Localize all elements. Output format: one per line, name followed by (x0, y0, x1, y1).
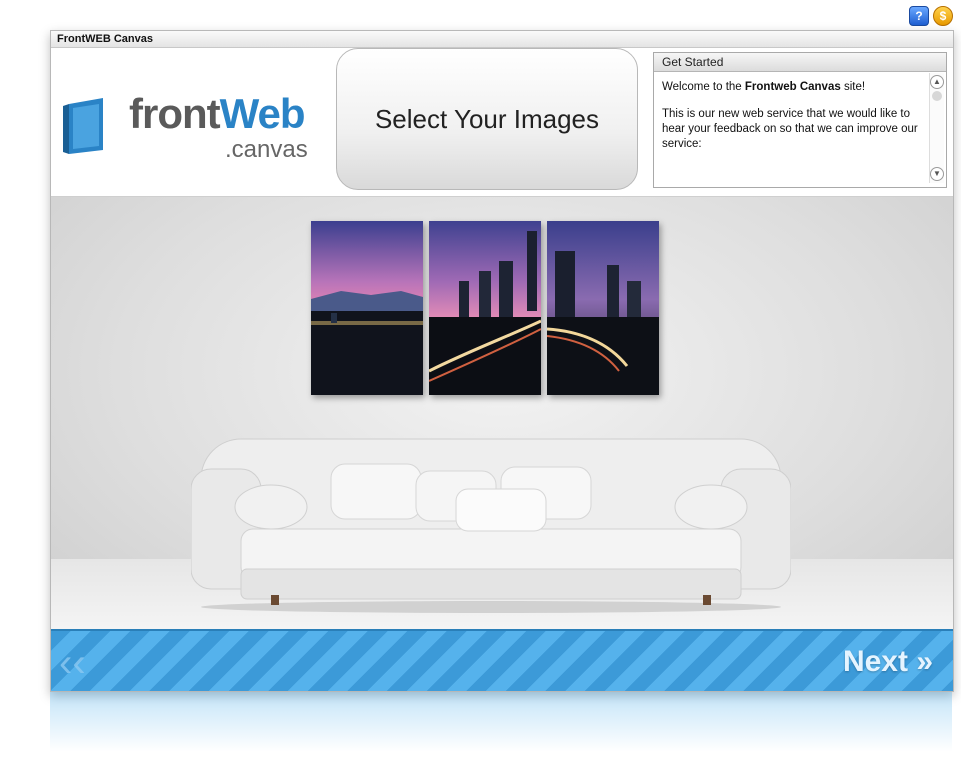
app-window: FrontWEB Canvas frontWeb .canvas Select … (50, 30, 954, 692)
get-started-panel: Get Started Welcome to the Frontweb Canv… (653, 52, 947, 188)
next-label: Next (842, 645, 908, 678)
welcome-text: Welcome to the Frontweb Canvas site! (662, 81, 866, 93)
scroll-up-icon[interactable]: ▲ (930, 75, 944, 89)
panel-title: Get Started (654, 53, 946, 72)
back-arrow-icon[interactable]: ‹‹ (59, 641, 86, 686)
canvas-panel-left[interactable] (311, 221, 423, 395)
frontweb-logo: frontWeb .canvas (63, 90, 333, 172)
panel-body: Welcome to the Frontweb Canvas site! Thi… (654, 72, 946, 152)
top-icons: ? $ (909, 6, 953, 26)
canvas-panel-right[interactable] (547, 221, 659, 395)
logo-subtext: .canvas (225, 136, 308, 163)
logo-mark-icon (63, 98, 103, 154)
navigation-bar: ‹‹ Next » (51, 629, 953, 691)
logo-text: frontWeb (129, 90, 306, 137)
scroll-down-icon[interactable]: ▼ (930, 167, 944, 181)
reflection (50, 692, 952, 752)
next-button[interactable]: Next » (843, 645, 933, 679)
next-arrow-icon: » (916, 645, 933, 678)
intro-text: This is our new web service that we woul… (662, 108, 918, 150)
coin-icon[interactable]: $ (933, 6, 953, 26)
window-title: FrontWEB Canvas (51, 31, 953, 48)
room-preview (51, 197, 953, 629)
header: frontWeb .canvas Select Your Images Get … (51, 48, 953, 197)
canvas-panel-center[interactable] (429, 221, 541, 395)
scroll-thumb[interactable] (932, 91, 942, 101)
panel-scrollbar[interactable]: ▲ ▼ (929, 73, 944, 183)
sofa-image (190, 429, 792, 615)
step-title: Select Your Images (336, 48, 638, 190)
help-icon[interactable]: ? (909, 6, 929, 26)
